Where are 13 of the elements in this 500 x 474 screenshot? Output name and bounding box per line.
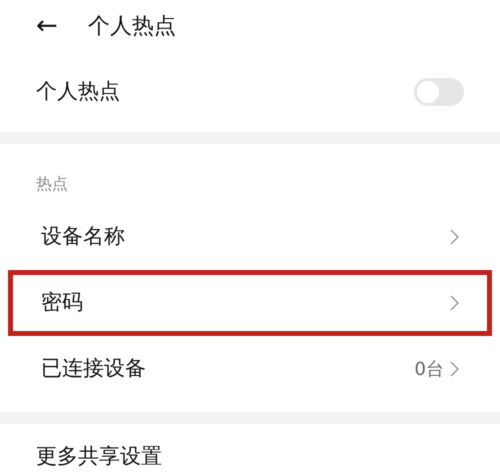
- settings-row[interactable]: 已连接设备 0台: [8, 336, 492, 402]
- section-label: 热点: [36, 173, 68, 195]
- chevron-right-icon: [450, 361, 459, 377]
- chevron-right-icon: [450, 229, 459, 245]
- chevron-right-icon: [450, 295, 459, 311]
- back-button[interactable]: ←: [36, 13, 58, 39]
- row-value: 0台: [414, 358, 444, 382]
- settings-row[interactable]: 设备名称: [8, 204, 492, 270]
- page-title: 个人热点: [88, 12, 176, 40]
- toggle-label: 个人热点: [36, 78, 120, 106]
- settings-row[interactable]: 密码: [8, 270, 492, 336]
- more-sharing-settings[interactable]: 更多共享设置: [36, 441, 162, 473]
- toggle-switch[interactable]: [414, 78, 464, 106]
